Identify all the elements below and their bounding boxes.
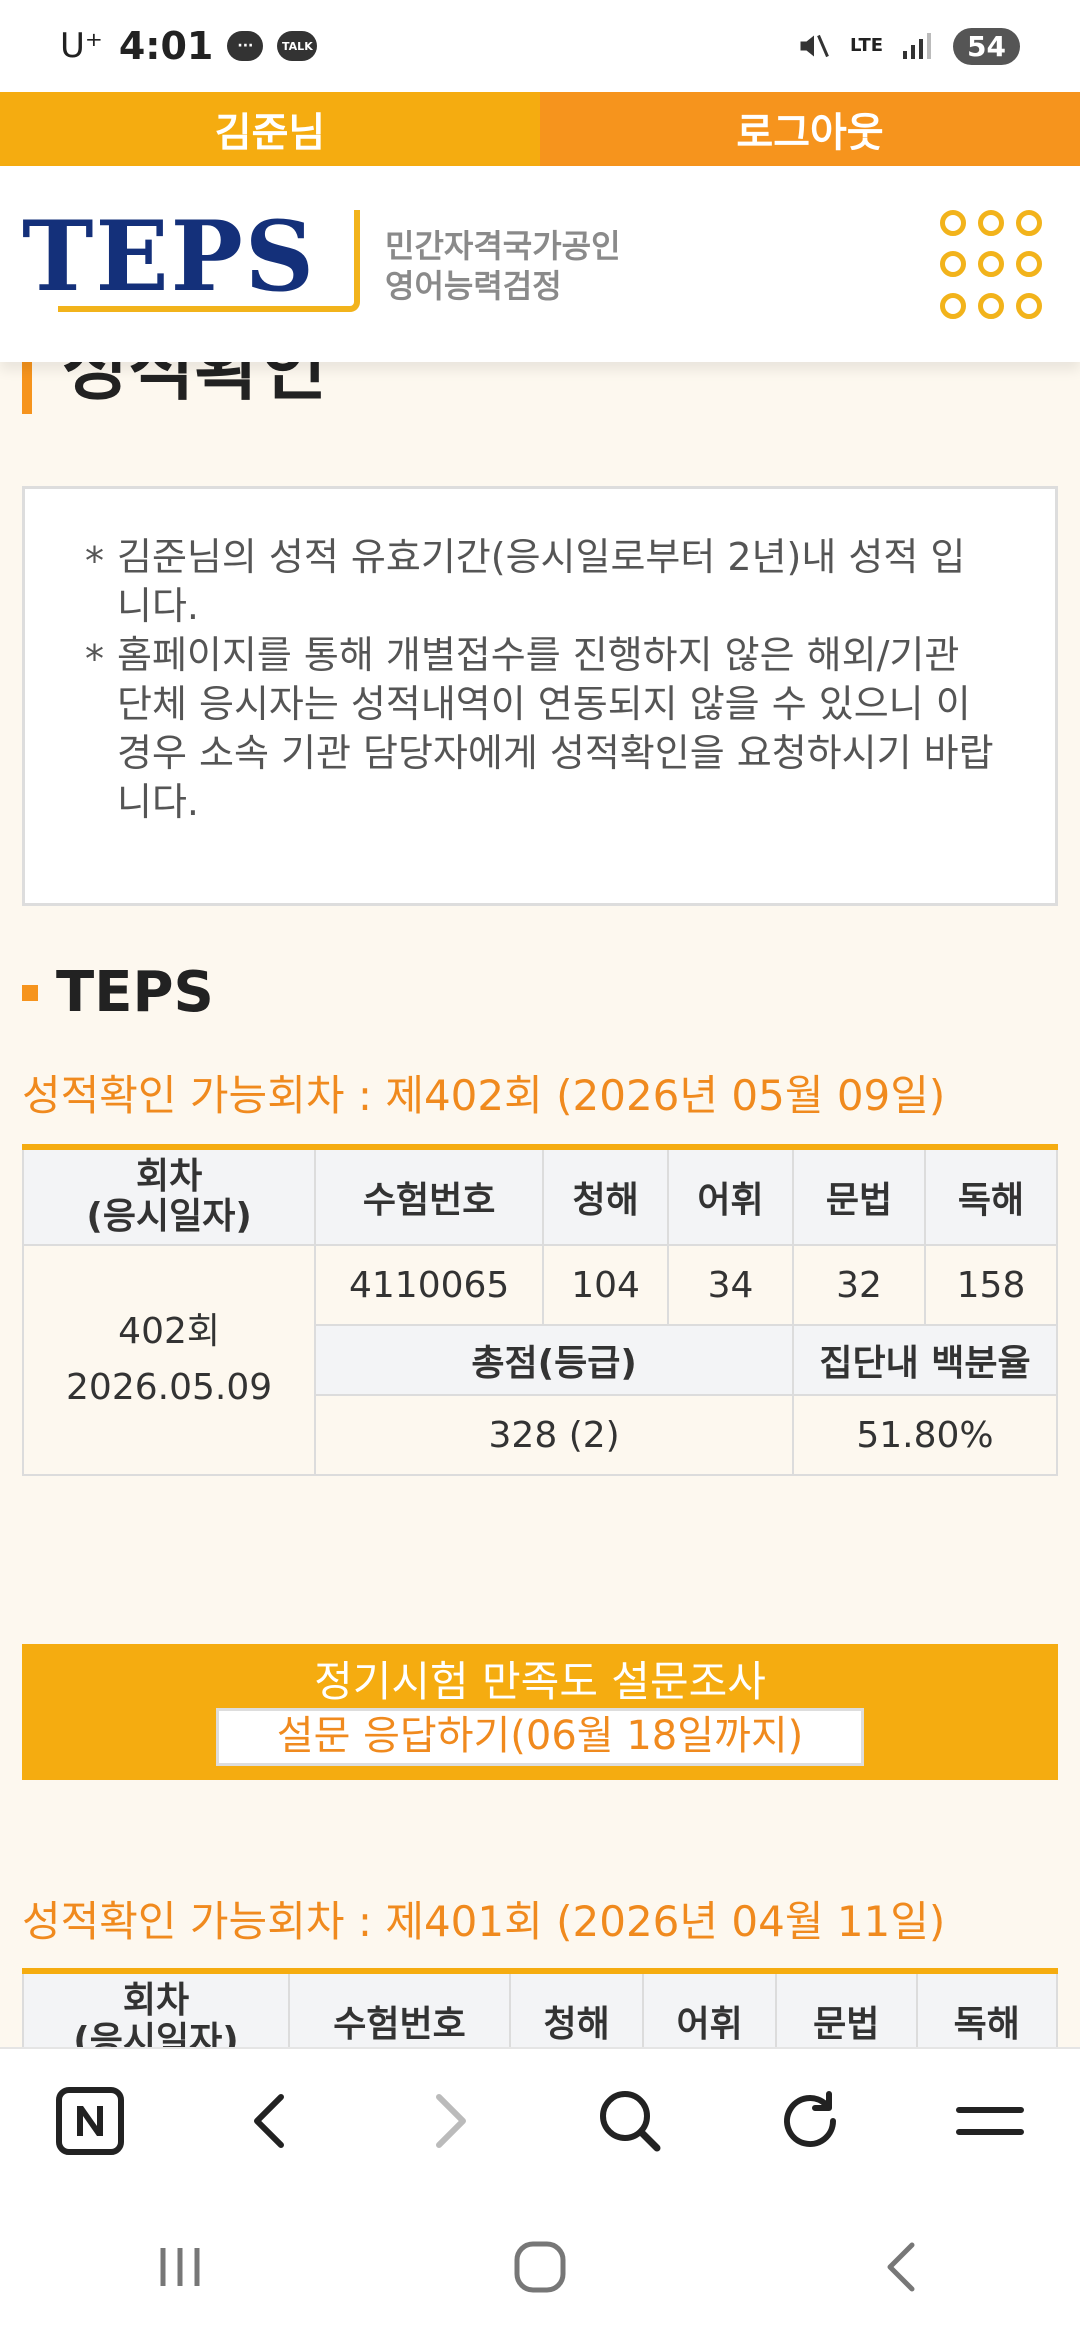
header-round: 회차 (응시일자) bbox=[22, 1970, 290, 2047]
main-content: 성적확인 김준님의 성적 유효기간(응시일로부터 2년)내 성적 입니다. 홈페… bbox=[0, 362, 1080, 2047]
survey-button[interactable]: 설문 응답하기(06월 18일까지) bbox=[216, 1708, 864, 1766]
bullet-square bbox=[22, 984, 38, 1001]
header-vocab: 어휘 bbox=[642, 1970, 778, 2047]
signal-icon bbox=[903, 33, 932, 59]
score-table: 회차 (응시일자) 수험번호 청해 어휘 문법 독해 bbox=[22, 1968, 1059, 2047]
score-table: 회차 (응시일자) 수험번호 청해 어휘 문법 독해 402회 2026.05.… bbox=[21, 1144, 1058, 1476]
header-vocab: 어휘 bbox=[667, 1146, 795, 1246]
survey-title: 정기시험 만족도 설문조사 bbox=[314, 1657, 766, 1706]
round-title: 성적확인 가능회차 : 제401회 (2026년 04월 11일) bbox=[22, 1897, 946, 1946]
grammar-cell: 32 bbox=[792, 1244, 926, 1326]
user-bar: 김준님 로그아웃 bbox=[0, 92, 1080, 166]
status-time: 4:01 bbox=[118, 24, 214, 68]
reading-cell: 158 bbox=[924, 1244, 1058, 1326]
survey-banner: 정기시험 만족도 설문조사 설문 응답하기(06월 18일까지) bbox=[22, 1644, 1058, 1780]
section-title: TEPS bbox=[22, 960, 214, 1025]
battery-indicator: 54 bbox=[953, 27, 1020, 65]
header-exam-no: 수험번호 bbox=[314, 1146, 545, 1246]
header-percentile: 집단내 백분율 bbox=[792, 1324, 1058, 1396]
page-title: 성적확인 bbox=[22, 362, 327, 414]
back-icon[interactable] bbox=[225, 2076, 315, 2166]
listening-cell: 104 bbox=[542, 1244, 670, 1326]
home-icon[interactable] bbox=[495, 2222, 585, 2312]
header-round: 회차 (응시일자) bbox=[21, 1146, 317, 1246]
exam-no-cell: 4110065 bbox=[314, 1244, 545, 1326]
header-listening: 청해 bbox=[509, 1970, 645, 2047]
notice-box: 김준님의 성적 유효기간(응시일로부터 2년)내 성적 입니다. 홈페이지를 통… bbox=[22, 486, 1058, 906]
mute-icon bbox=[800, 34, 829, 58]
header-tagline: 민간자격국가공인 영어능력검정 bbox=[385, 227, 621, 305]
browser-toolbar bbox=[0, 2047, 1080, 2193]
status-bar: U⁺ 4:01 ··· TALK LTE 54 bbox=[0, 0, 1080, 92]
lte-icon: LTE bbox=[849, 35, 884, 56]
all-menu-icon[interactable] bbox=[940, 210, 1052, 322]
search-icon[interactable] bbox=[585, 2076, 675, 2166]
header-reading: 독해 bbox=[915, 1970, 1059, 2047]
vocab-cell: 34 bbox=[667, 1244, 795, 1326]
refresh-icon[interactable] bbox=[765, 2076, 855, 2166]
round-cell: 402회 2026.05.09 bbox=[21, 1244, 317, 1476]
percentile-cell: 51.80% bbox=[792, 1394, 1058, 1476]
naver-home-icon[interactable] bbox=[45, 2076, 135, 2166]
carrier-label: U⁺ bbox=[60, 26, 103, 66]
header-grammar: 문법 bbox=[775, 1970, 918, 2047]
user-name-button[interactable]: 김준님 bbox=[0, 92, 540, 166]
forward-icon[interactable] bbox=[405, 2076, 495, 2166]
nav-back-icon[interactable] bbox=[855, 2222, 945, 2312]
menu-icon[interactable] bbox=[945, 2076, 1035, 2166]
recent-apps-icon[interactable] bbox=[135, 2222, 225, 2312]
system-nav-bar bbox=[0, 2193, 1080, 2340]
teps-logo[interactable]: TEPS bbox=[20, 200, 360, 313]
header-exam-no: 수험번호 bbox=[287, 1970, 512, 2047]
header-total: 총점(등급) bbox=[314, 1324, 795, 1396]
header-reading: 독해 bbox=[924, 1146, 1058, 1246]
round-title: 성적확인 가능회차 : 제402회 (2026년 05월 09일) bbox=[22, 1071, 946, 1120]
site-header: TEPS 민간자격국가공인 영어능력검정 bbox=[0, 166, 1080, 362]
logout-button[interactable]: 로그아웃 bbox=[540, 92, 1080, 166]
notice-line: 김준님의 성적 유효기간(응시일로부터 2년)내 성적 입니다. bbox=[85, 533, 995, 631]
kakaotalk-icon: TALK bbox=[277, 31, 318, 61]
total-cell: 328 (2) bbox=[314, 1394, 795, 1476]
header-grammar: 문법 bbox=[792, 1146, 926, 1246]
header-listening: 청해 bbox=[542, 1146, 670, 1246]
chat-icon: ··· bbox=[227, 31, 264, 61]
notice-line: 홈페이지를 통해 개별접수를 진행하지 않은 해외/기관 단체 응시자는 성적내… bbox=[85, 631, 995, 827]
